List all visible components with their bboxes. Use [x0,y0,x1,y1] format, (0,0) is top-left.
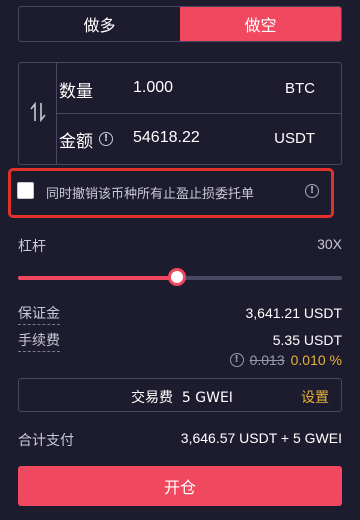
leverage-slider-thumb[interactable] [167,268,186,286]
cancel-orders-checkbox[interactable] [17,182,34,199]
quantity-unit: BTC [285,80,315,97]
gas-settings-button[interactable]: 设置 [301,387,329,407]
gas-fee-box: 交易费 5 GWEI 设置 [18,378,342,412]
total-label: 合计支付 [18,433,74,449]
quantity-label: 数量 [59,82,93,102]
order-input-box: 数量 1.000 BTC 金额 ! 54618.22 USDT [18,62,342,165]
amount-unit: USDT [274,130,315,147]
swap-icon [29,101,46,127]
info-icon[interactable]: ! [99,132,113,146]
open-position-button[interactable]: 开仓 [18,466,342,506]
total-value: 3,646.57 USDT + 5 GWEI [180,430,342,446]
margin-label: 保证金 [18,303,60,325]
fee-value: 5.35 USDT [272,332,342,348]
fee-label: 手续费 [18,330,60,352]
tab-short[interactable]: 做空 [180,7,341,41]
fee-rate-row: ! 0.013 0.010 % [229,352,342,368]
new-fee-rate: 0.010 % [290,352,342,368]
info-icon[interactable]: ! [229,353,244,367]
gas-fee-text: 交易费 5 GWEI [131,390,233,406]
cancel-orders-label: 同时撤销该币种所有止盈止损委托单 [46,187,255,202]
tab-long[interactable]: 做多 [19,7,180,41]
amount-input[interactable]: 54618.22 [133,129,200,147]
direction-tabs: 做多 做空 [18,6,342,42]
leverage-slider-fill [18,276,177,280]
old-fee-rate: 0.013 [249,352,285,368]
swap-button[interactable] [19,63,57,164]
margin-value: 3,641.21 USDT [245,305,343,321]
leverage-value: 30X [317,236,342,252]
amount-label: 金额 [59,132,93,152]
leverage-label: 杠杆 [18,239,46,255]
row-divider [57,113,341,114]
info-icon[interactable]: ! [305,184,319,198]
quantity-input[interactable]: 1.000 [133,79,173,97]
